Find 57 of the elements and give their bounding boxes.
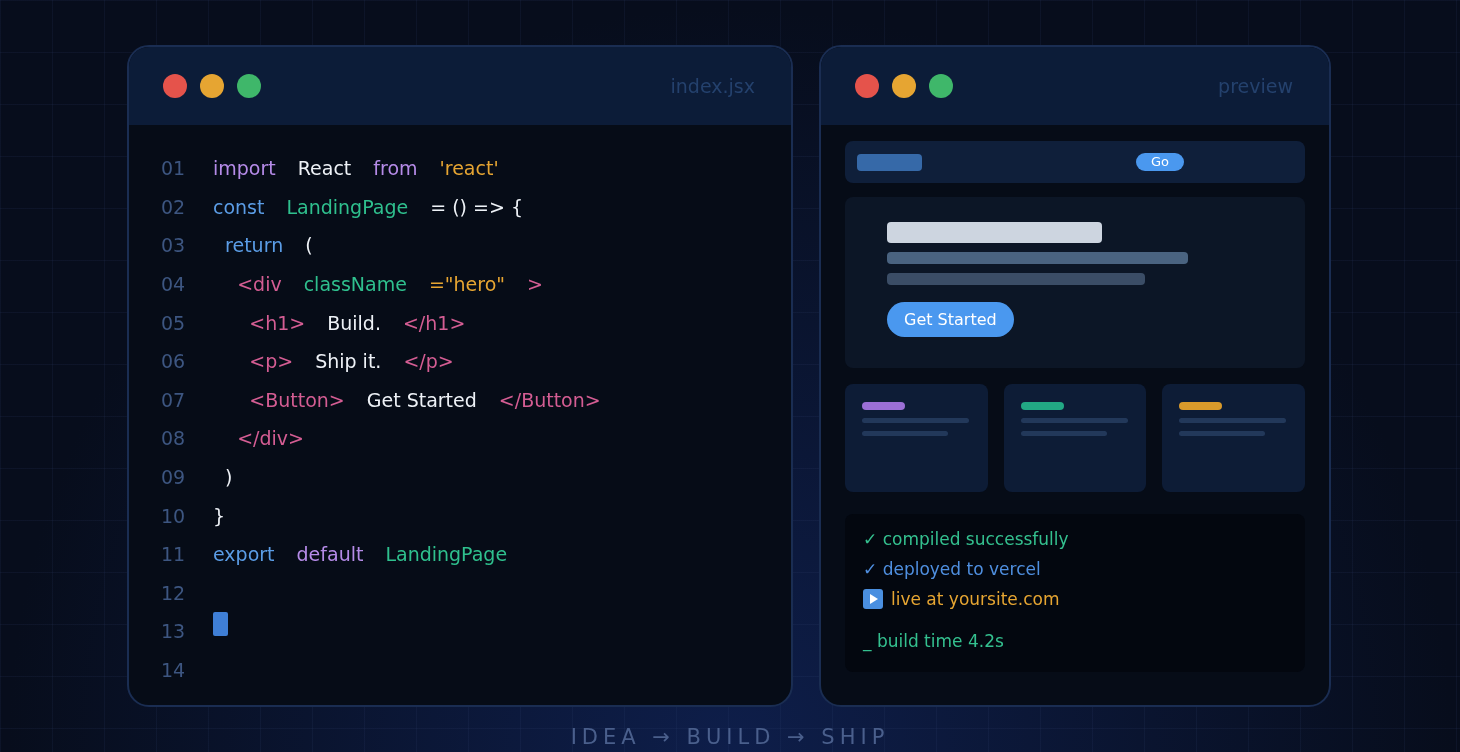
code-token: ) xyxy=(224,466,233,489)
log-line: ✓ deployed to vercel xyxy=(863,559,1041,579)
code-token: from xyxy=(373,157,418,180)
code-token: <p> xyxy=(248,350,294,373)
code-token: <h1> xyxy=(248,311,306,334)
get-started-button[interactable]: Get Started xyxy=(887,302,1014,337)
code-token: default xyxy=(296,543,364,566)
line-number: 13 xyxy=(161,620,187,643)
log-line: ✓ compiled successfully xyxy=(863,529,1069,549)
line-number: 08 xyxy=(161,427,187,450)
code-token: <Button> xyxy=(248,388,345,411)
code-token: ="hero" xyxy=(428,273,506,296)
line-number: 12 xyxy=(161,581,187,604)
line-number: 02 xyxy=(161,195,187,218)
line-number: 04 xyxy=(161,273,187,296)
code-token: import xyxy=(213,157,276,180)
code-token: </div> xyxy=(236,427,304,450)
code-token: > xyxy=(527,273,543,296)
line-number: 05 xyxy=(161,311,187,334)
code-token: LandingPage xyxy=(286,195,409,218)
line-number: 03 xyxy=(161,234,187,257)
code-token: return xyxy=(224,234,284,257)
code-token: } xyxy=(213,504,226,527)
window-control-dot[interactable] xyxy=(855,74,879,98)
line-number: 11 xyxy=(161,543,187,566)
line-number: 10 xyxy=(161,504,187,527)
line-number: 09 xyxy=(161,466,187,489)
window-control-dot[interactable] xyxy=(200,74,224,98)
window-control-dot[interactable] xyxy=(929,74,953,98)
code-token: ( xyxy=(305,234,313,257)
code-token: </h1> xyxy=(402,311,466,334)
code-token: React xyxy=(297,157,352,180)
code-token: export xyxy=(213,543,275,566)
log-line: live at yoursite.com xyxy=(891,589,1060,609)
code-token: const xyxy=(213,195,265,218)
code-token: Build. xyxy=(327,311,381,334)
logo-placeholder xyxy=(857,153,922,171)
window-control-dot[interactable] xyxy=(892,74,916,98)
code-token: = () => { xyxy=(430,195,523,218)
code-token: 'react' xyxy=(439,157,499,180)
go-button[interactable]: Go xyxy=(1136,153,1185,171)
code-token: </p> xyxy=(403,350,454,373)
line-number: 06 xyxy=(161,350,187,373)
line-number: 14 xyxy=(161,659,187,681)
code-token: LandingPage xyxy=(385,543,508,566)
play-icon xyxy=(863,589,883,609)
window-control-dot[interactable] xyxy=(237,74,261,98)
code-token: </Button> xyxy=(498,388,601,411)
log-line: _ build time 4.2s xyxy=(863,631,1004,651)
window-control-dot[interactable] xyxy=(163,74,187,98)
code-token: Get Started xyxy=(366,388,477,411)
code-token: <div xyxy=(236,273,282,296)
code-token: className xyxy=(303,273,407,296)
code-token: Ship it. xyxy=(315,350,382,373)
line-number: 07 xyxy=(161,388,187,411)
line-number: 01 xyxy=(161,157,187,180)
tagline: IDEA → BUILD → SHIP xyxy=(570,725,890,749)
